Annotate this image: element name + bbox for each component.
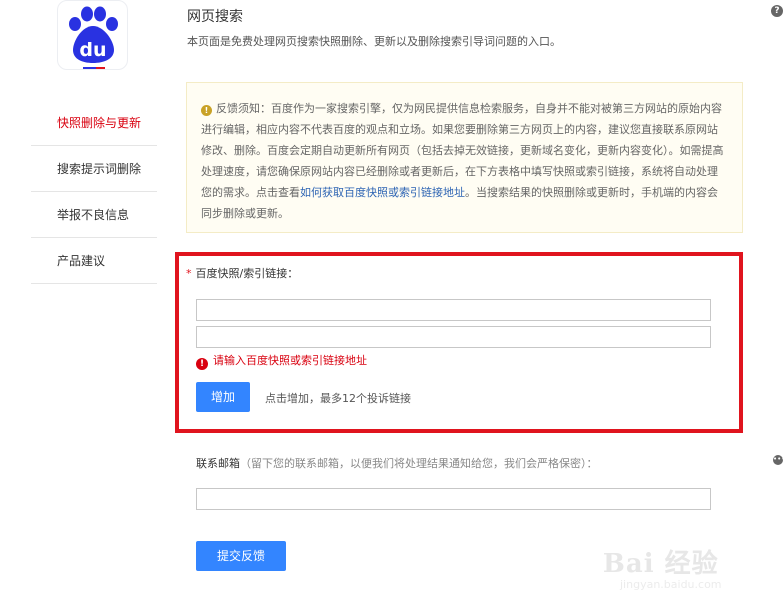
error-text: 请输入百度快照或索引链接地址 [213,354,367,367]
notice-text: 反馈须知：百度作为一家搜索引擎，仅为网民提供信息检索服务，自身并不能对被第三方网… [201,102,724,199]
page-subtitle: 本页面是免费处理网页搜索快照删除、更新以及删除搜索引导词问题的入口。 [187,35,561,48]
baidu-paw-logo-icon: du [69,6,118,69]
sidebar-item-suggestion-words[interactable]: 搜索提示词删除 [31,146,157,192]
link-input-1[interactable] [196,299,711,321]
watermark-brand: Bai 经验 [602,549,719,579]
sidebar-item-snapshot[interactable]: 快照删除与更新 [31,100,157,146]
watermark: Bai 经验 jingyan.baidu.com [600,543,722,591]
sidebar-item-product-feedback[interactable]: 产品建议 [31,238,157,284]
link-label-text: 百度快照/索引链接： [195,267,299,280]
snapshot-link-help[interactable]: 如何获取百度快照或索引链接地址 [300,186,465,199]
page-title: 网页搜索 [187,9,243,25]
feedback-notice: ! 反馈须知：百度作为一家搜索引擎，仅为网民提供信息检索服务，自身并不能对被第三方… [186,82,743,233]
logo-text: du [79,39,106,61]
email-label: 联系邮箱（留下您的联系邮箱，以便我们将处理结果通知给您，我们会严格保密）： [196,455,598,471]
email-label-text: 联系邮箱 [196,457,240,470]
required-star: * [186,267,192,280]
sidebar-item-report[interactable]: 举报不良信息 [31,192,157,238]
sidebar-nav: 快照删除与更新 搜索提示词删除 举报不良信息 产品建议 [31,100,157,284]
help-icon[interactable]: ? [771,5,783,17]
add-link-button[interactable]: 增加 [196,382,250,412]
watermark-url: jingyan.baidu.com [620,578,722,591]
error-icon: ! [196,358,208,370]
email-hint: （留下您的联系邮箱，以便我们将处理结果通知给您，我们会严格保密）： [240,457,598,470]
link-input-2[interactable] [196,326,711,348]
link-label: * 百度快照/索引链接： [186,265,298,281]
more-icon[interactable]: ••• [773,455,783,465]
add-hint: 点击增加，最多12个投诉链接 [265,392,411,405]
warning-icon: ! [201,105,212,116]
link-error-message: ! 请输入百度快照或索引链接地址 [196,352,367,370]
email-input[interactable] [196,488,711,510]
submit-feedback-button[interactable]: 提交反馈 [196,541,286,571]
baidu-logo: du [57,0,128,70]
